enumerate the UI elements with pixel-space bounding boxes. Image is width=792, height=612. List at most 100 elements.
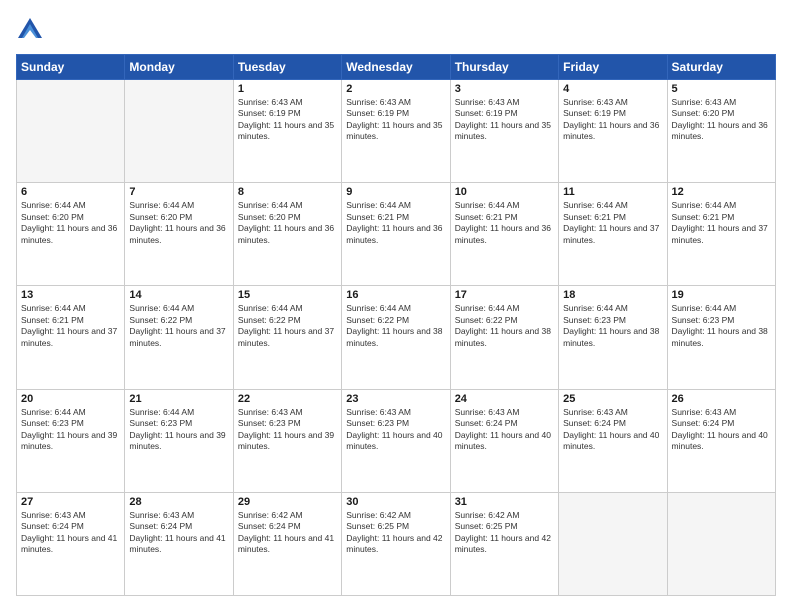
day-info: Sunrise: 6:42 AM Sunset: 6:25 PM Dayligh…	[455, 510, 554, 556]
calendar-cell	[559, 492, 667, 595]
day-number: 9	[346, 186, 445, 198]
day-info: Sunrise: 6:44 AM Sunset: 6:23 PM Dayligh…	[563, 303, 662, 349]
day-number: 24	[455, 393, 554, 405]
weekday-header-friday: Friday	[559, 55, 667, 80]
day-info: Sunrise: 6:43 AM Sunset: 6:19 PM Dayligh…	[238, 97, 337, 143]
day-info: Sunrise: 6:43 AM Sunset: 6:19 PM Dayligh…	[563, 97, 662, 143]
day-number: 7	[129, 186, 228, 198]
calendar-cell: 10 Sunrise: 6:44 AM Sunset: 6:21 PM Dayli…	[450, 183, 558, 286]
weekday-header-tuesday: Tuesday	[233, 55, 341, 80]
calendar-cell: 18Sunrise: 6:44 AM Sunset: 6:23 PM Dayli…	[559, 286, 667, 389]
day-number: 28	[129, 496, 228, 508]
day-info: Sunrise: 6:43 AM Sunset: 6:19 PM Dayligh…	[455, 97, 554, 143]
calendar-row-3: 13 Sunrise: 6:44 AM Sunset: 6:21 PM Dayli…	[17, 286, 776, 389]
day-info: Sunrise: 6:43 AM Sunset: 6:19 PM Dayligh…	[346, 97, 445, 143]
day-number: 16	[346, 289, 445, 301]
calendar-cell: 29Sunrise: 6:42 AM Sunset: 6:24 PM Dayli…	[233, 492, 341, 595]
calendar-cell: 19Sunrise: 6:44 AM Sunset: 6:23 PM Dayli…	[667, 286, 775, 389]
day-info: Sunrise: 6:43 AM Sunset: 6:24 PM Dayligh…	[672, 407, 771, 453]
calendar-cell: 5 Sunrise: 6:43 AM Sunset: 6:20 PM Daylig…	[667, 80, 775, 183]
day-info: Sunrise: 6:44 AM Sunset: 6:21 PM Dayligh…	[672, 200, 771, 246]
calendar-row-5: 27Sunrise: 6:43 AM Sunset: 6:24 PM Dayli…	[17, 492, 776, 595]
day-number: 15	[238, 289, 337, 301]
day-number: 20	[21, 393, 120, 405]
calendar-cell	[17, 80, 125, 183]
day-info: Sunrise: 6:44 AM Sunset: 6:22 PM Dayligh…	[455, 303, 554, 349]
day-info: Sunrise: 6:43 AM Sunset: 6:23 PM Dayligh…	[346, 407, 445, 453]
calendar-row-4: 20 Sunrise: 6:44 AM Sunset: 6:23 PM Dayli…	[17, 389, 776, 492]
day-number: 17	[455, 289, 554, 301]
day-info: Sunrise: 6:44 AM Sunset: 6:20 PM Dayligh…	[238, 200, 337, 246]
calendar-cell: 9Sunrise: 6:44 AM Sunset: 6:21 PM Daylig…	[342, 183, 450, 286]
day-info: Sunrise: 6:43 AM Sunset: 6:23 PM Dayligh…	[238, 407, 337, 453]
calendar-cell: 31Sunrise: 6:42 AM Sunset: 6:25 PM Dayli…	[450, 492, 558, 595]
page: SundayMondayTuesdayWednesdayThursdayFrid…	[0, 0, 792, 612]
calendar-cell: 13 Sunrise: 6:44 AM Sunset: 6:21 PM Dayli…	[17, 286, 125, 389]
day-info: Sunrise: 6:44 AM Sunset: 6:22 PM Dayligh…	[346, 303, 445, 349]
day-number: 26	[672, 393, 771, 405]
calendar-cell: 26 Sunrise: 6:43 AM Sunset: 6:24 PM Dayli…	[667, 389, 775, 492]
day-info: Sunrise: 6:43 AM Sunset: 6:24 PM Dayligh…	[21, 510, 120, 556]
day-number: 6	[21, 186, 120, 198]
day-info: Sunrise: 6:44 AM Sunset: 6:22 PM Dayligh…	[129, 303, 228, 349]
day-number: 8	[238, 186, 337, 198]
day-number: 1	[238, 83, 337, 95]
day-info: Sunrise: 6:44 AM Sunset: 6:21 PM Dayligh…	[563, 200, 662, 246]
day-info: Sunrise: 6:43 AM Sunset: 6:24 PM Dayligh…	[563, 407, 662, 453]
calendar-cell: 3 Sunrise: 6:43 AM Sunset: 6:19 PM Daylig…	[450, 80, 558, 183]
calendar-cell: 2 Sunrise: 6:43 AM Sunset: 6:19 PM Daylig…	[342, 80, 450, 183]
weekday-header-thursday: Thursday	[450, 55, 558, 80]
day-info: Sunrise: 6:44 AM Sunset: 6:21 PM Dayligh…	[21, 303, 120, 349]
calendar-cell: 21Sunrise: 6:44 AM Sunset: 6:23 PM Dayli…	[125, 389, 233, 492]
day-number: 25	[563, 393, 662, 405]
calendar-cell: 6Sunrise: 6:44 AM Sunset: 6:20 PM Daylig…	[17, 183, 125, 286]
calendar-cell: 1 Sunrise: 6:43 AM Sunset: 6:19 PM Daylig…	[233, 80, 341, 183]
weekday-header-monday: Monday	[125, 55, 233, 80]
calendar-cell: 24 Sunrise: 6:43 AM Sunset: 6:24 PM Dayli…	[450, 389, 558, 492]
day-number: 22	[238, 393, 337, 405]
weekday-header-wednesday: Wednesday	[342, 55, 450, 80]
day-info: Sunrise: 6:43 AM Sunset: 6:24 PM Dayligh…	[129, 510, 228, 556]
calendar-cell: 30Sunrise: 6:42 AM Sunset: 6:25 PM Dayli…	[342, 492, 450, 595]
calendar-cell	[125, 80, 233, 183]
weekday-header-row: SundayMondayTuesdayWednesdayThursdayFrid…	[17, 55, 776, 80]
header	[16, 16, 776, 44]
calendar-cell: 4 Sunrise: 6:43 AM Sunset: 6:19 PM Daylig…	[559, 80, 667, 183]
day-info: Sunrise: 6:44 AM Sunset: 6:20 PM Dayligh…	[129, 200, 228, 246]
day-info: Sunrise: 6:44 AM Sunset: 6:22 PM Dayligh…	[238, 303, 337, 349]
calendar-cell: 25 Sunrise: 6:43 AM Sunset: 6:24 PM Dayli…	[559, 389, 667, 492]
day-number: 10	[455, 186, 554, 198]
day-info: Sunrise: 6:43 AM Sunset: 6:24 PM Dayligh…	[455, 407, 554, 453]
day-number: 2	[346, 83, 445, 95]
calendar-cell: 16 Sunrise: 6:44 AM Sunset: 6:22 PM Dayli…	[342, 286, 450, 389]
day-info: Sunrise: 6:44 AM Sunset: 6:21 PM Dayligh…	[455, 200, 554, 246]
calendar-cell: 27Sunrise: 6:43 AM Sunset: 6:24 PM Dayli…	[17, 492, 125, 595]
day-number: 3	[455, 83, 554, 95]
day-info: Sunrise: 6:44 AM Sunset: 6:23 PM Dayligh…	[21, 407, 120, 453]
day-number: 12	[672, 186, 771, 198]
logo	[16, 16, 48, 44]
day-number: 23	[346, 393, 445, 405]
day-number: 13	[21, 289, 120, 301]
day-number: 14	[129, 289, 228, 301]
logo-icon	[16, 16, 44, 44]
calendar-row-1: 1 Sunrise: 6:43 AM Sunset: 6:19 PM Daylig…	[17, 80, 776, 183]
day-number: 30	[346, 496, 445, 508]
calendar-cell: 23 Sunrise: 6:43 AM Sunset: 6:23 PM Dayli…	[342, 389, 450, 492]
calendar-cell: 7 Sunrise: 6:44 AM Sunset: 6:20 PM Daylig…	[125, 183, 233, 286]
day-number: 5	[672, 83, 771, 95]
day-number: 4	[563, 83, 662, 95]
calendar-cell: 14 Sunrise: 6:44 AM Sunset: 6:22 PM Dayli…	[125, 286, 233, 389]
day-info: Sunrise: 6:43 AM Sunset: 6:20 PM Dayligh…	[672, 97, 771, 143]
day-number: 21	[129, 393, 228, 405]
calendar-cell: 20 Sunrise: 6:44 AM Sunset: 6:23 PM Dayli…	[17, 389, 125, 492]
calendar-row-2: 6 Sunrise: 6:44 AM Sunset: 6:20 PM Daylig…	[17, 183, 776, 286]
weekday-header-saturday: Saturday	[667, 55, 775, 80]
calendar-cell: 17 Sunrise: 6:44 AM Sunset: 6:22 PM Dayli…	[450, 286, 558, 389]
calendar-cell: 15 Sunrise: 6:44 AM Sunset: 6:22 PM Dayli…	[233, 286, 341, 389]
calendar-cell: 12 Sunrise: 6:44 AM Sunset: 6:21 PM Dayli…	[667, 183, 775, 286]
day-info: Sunrise: 6:42 AM Sunset: 6:24 PM Dayligh…	[238, 510, 337, 556]
calendar-table: SundayMondayTuesdayWednesdayThursdayFrid…	[16, 54, 776, 596]
day-number: 19	[672, 289, 771, 301]
calendar-cell	[667, 492, 775, 595]
